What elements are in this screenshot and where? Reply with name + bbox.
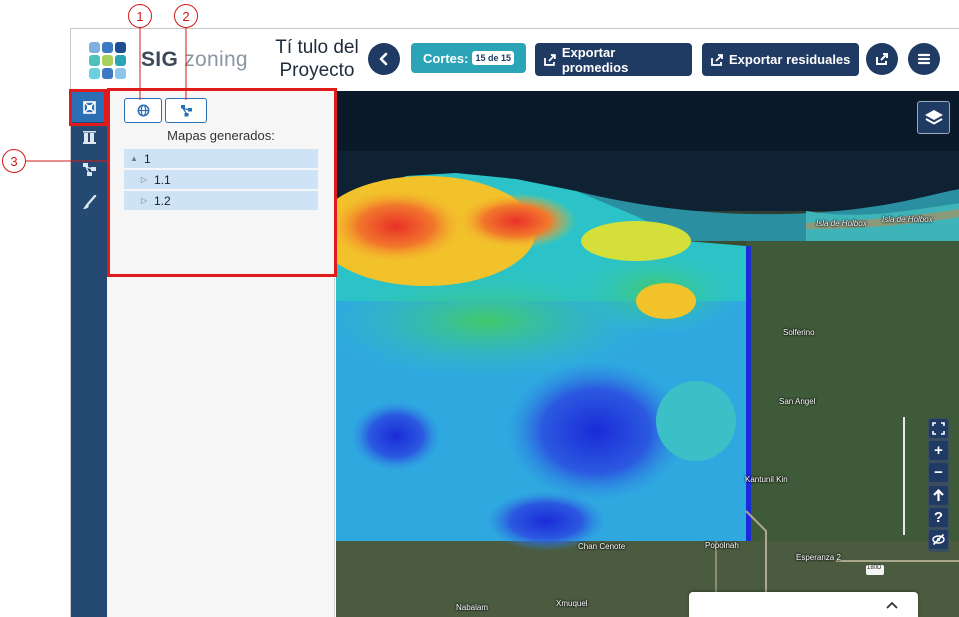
hide-button[interactable]	[929, 530, 948, 549]
export-averages-button[interactable]: Exportar promedios	[535, 43, 692, 76]
fullscreen-icon	[932, 422, 945, 435]
highlight-box-panel	[107, 88, 337, 277]
map-label-nabalam: Nabalam	[456, 603, 489, 612]
annotation-number: 1	[136, 8, 144, 24]
brush-icon	[82, 194, 96, 209]
map-label-esperanza: Esperanza 2	[796, 553, 841, 562]
layers-stack-icon	[82, 130, 96, 144]
export-icon	[711, 53, 723, 66]
map-label-isla-holbox: Isla de Holbox	[816, 219, 867, 228]
layers-icon	[924, 109, 943, 125]
tree-hierarchy-icon	[82, 162, 96, 176]
cortes-button[interactable]: Cortes: 15 de 15	[411, 43, 526, 73]
map-label-popolnah: Popolnah	[705, 541, 739, 550]
annotation-marker-1: 1	[128, 4, 152, 28]
cortes-count-badge: 15 de 15	[472, 51, 515, 65]
back-button[interactable]	[368, 43, 400, 75]
rail-item-hierarchy[interactable]	[71, 154, 107, 184]
help-button[interactable]: ?	[929, 508, 948, 527]
export-averages-label: Exportar promedios	[561, 44, 629, 75]
share-button[interactable]	[866, 43, 898, 75]
annotation-number: 2	[182, 8, 190, 24]
annotation-marker-2: 2	[174, 4, 198, 28]
road-sign-label: 180D	[867, 565, 882, 571]
left-icon-rail	[71, 91, 107, 617]
fullscreen-button[interactable]	[929, 419, 948, 438]
rail-item-layers[interactable]	[71, 122, 107, 152]
map-label-xmuquel: Xmuquel	[556, 599, 588, 608]
cortes-label: Cortes:	[422, 50, 469, 66]
map-controls: + − ?	[928, 418, 949, 552]
project-title: Tí tulo del Proyecto	[275, 37, 359, 81]
chevron-up-icon	[886, 601, 898, 609]
bottom-drawer-toggle[interactable]	[689, 592, 918, 617]
brand-sig: SIG	[141, 48, 179, 71]
arrow-up-icon	[933, 489, 944, 501]
menu-button[interactable]	[908, 43, 940, 75]
layers-button[interactable]	[917, 101, 950, 134]
map-label-kantunil-kin: Kantunil Kin	[745, 475, 788, 484]
map-label-san-angel: San Angel	[779, 397, 816, 406]
scale-line	[903, 417, 905, 535]
hamburger-menu-icon	[917, 53, 931, 65]
map-view[interactable]: Isla de Holbox Isla de Holbox Solferino …	[336, 91, 959, 617]
brand-name: SIG zoning	[141, 48, 248, 72]
map-label-isla-holbox: Isla de Holbox	[882, 215, 933, 224]
brand-zoning: zoning	[184, 48, 248, 71]
export-residuals-label: Exportar residuales	[729, 52, 851, 67]
highlight-box-rail	[69, 89, 107, 126]
zoom-in-icon: +	[934, 442, 943, 459]
header-bar: SIG zoning Tí tulo del Proyecto Cortes: …	[71, 29, 959, 91]
sigzoning-logo-icon	[87, 40, 127, 80]
map-label-chan-cenote: Chan Cenote	[578, 542, 626, 551]
annotation-marker-3: 3	[2, 149, 26, 173]
zoom-out-button[interactable]: −	[929, 463, 948, 482]
screenshot-root: 1 2 3 SIG zoning Tí tulo del Proyecto Co…	[0, 0, 959, 617]
rail-item-brush[interactable]	[71, 187, 107, 217]
help-icon: ?	[933, 509, 944, 526]
map-label-solferino: Solferino	[783, 328, 815, 337]
eye-slash-icon	[932, 533, 945, 546]
share-icon	[876, 53, 888, 65]
export-icon	[544, 53, 556, 66]
zoom-out-icon: −	[934, 464, 943, 481]
map-canvas	[336, 91, 959, 617]
annotation-number: 3	[10, 153, 18, 169]
home-button[interactable]	[929, 486, 948, 505]
zoom-in-button[interactable]: +	[929, 441, 948, 460]
export-residuals-button[interactable]: Exportar residuales	[702, 43, 859, 76]
chevron-left-icon	[379, 52, 388, 66]
